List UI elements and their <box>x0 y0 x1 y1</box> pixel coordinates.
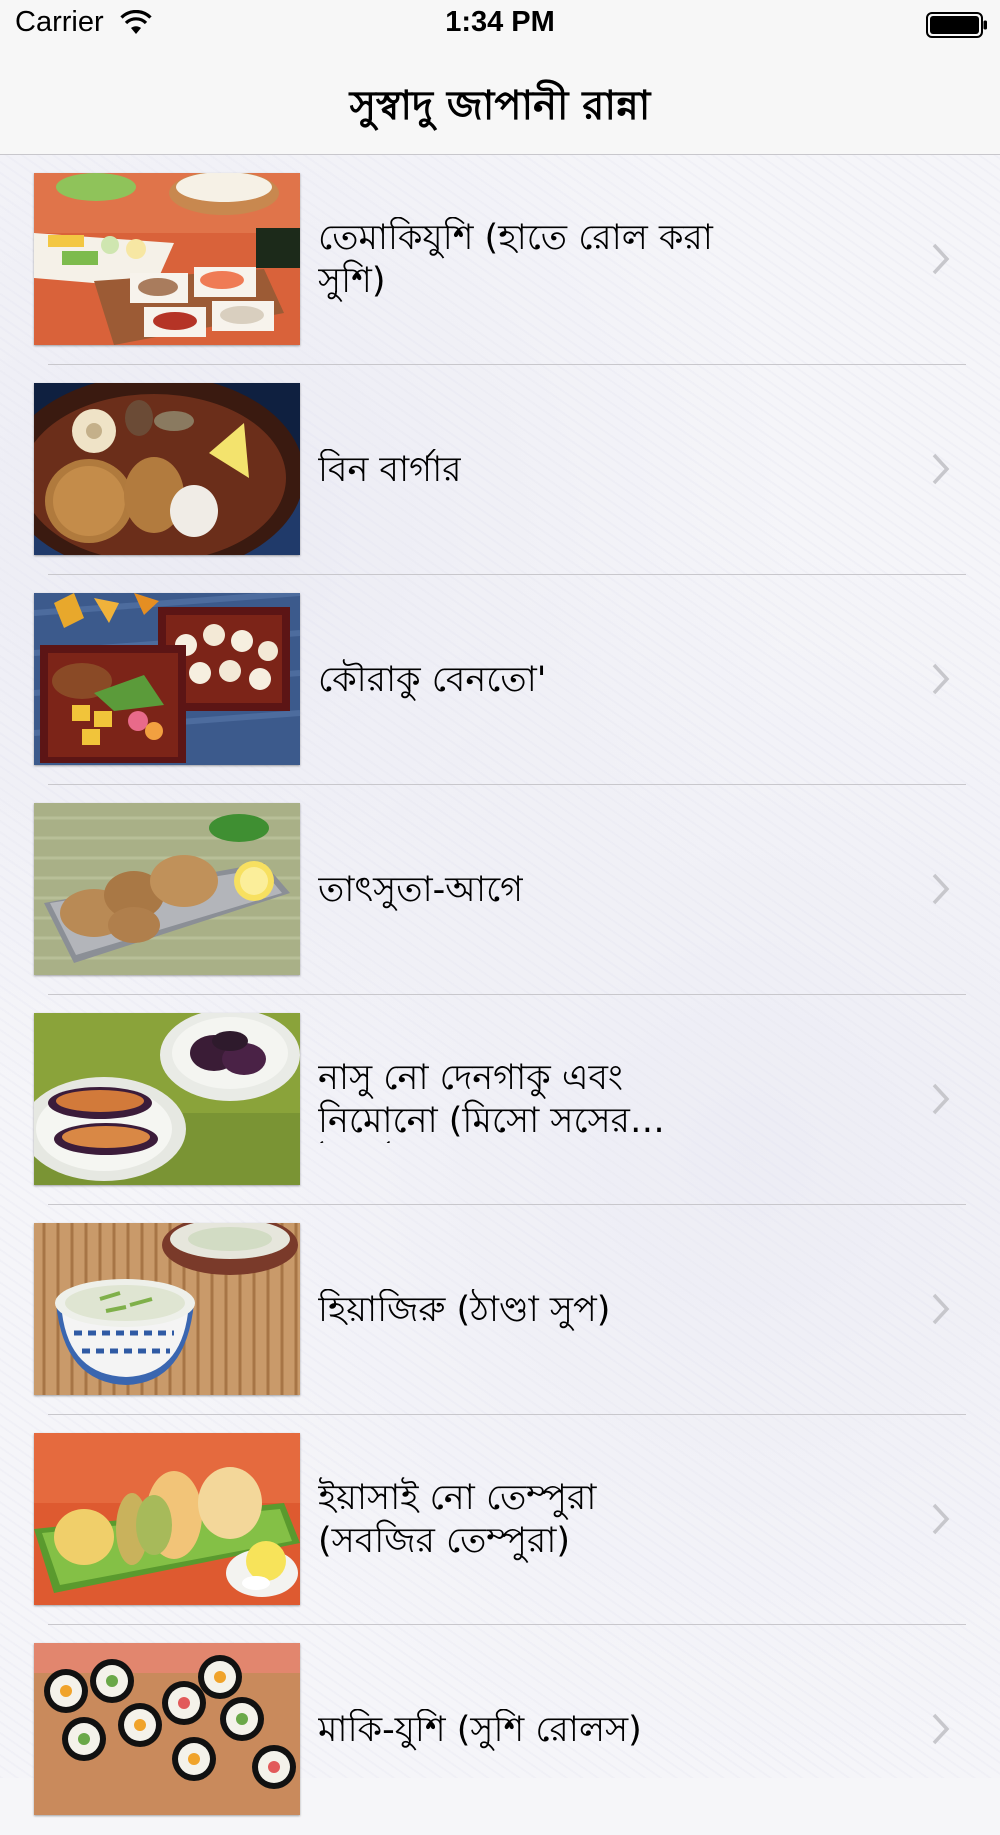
navigation-bar: সুস্বাদু জাপানী রান্না <box>0 50 1000 155</box>
recipe-title: ইয়াসাই নো তেম্পুরা (সবজির তেম্পুরা) <box>318 1478 597 1561</box>
fried-chicken-image <box>34 803 300 975</box>
clock: 1:34 PM <box>445 6 555 38</box>
chevron-right-icon <box>932 1293 950 1325</box>
recipe-title: কৌরাকু বেনতো' <box>318 659 547 700</box>
tempura-image <box>34 1433 300 1605</box>
recipe-title: নাসু নো দেনগাকু এবং নিমোনো (মিসো সসের টম… <box>318 1058 630 1141</box>
recipe-row-bean-burger[interactable]: বিন বার্গার <box>0 365 1000 575</box>
chevron-right-icon <box>932 1083 950 1115</box>
page-title: সুস্বাদু জাপানী রান্না <box>349 83 651 129</box>
recipe-title: মাকি-যুশি (সুশি রোলস) <box>318 1709 642 1750</box>
chevron-right-icon <box>932 453 950 485</box>
chevron-right-icon <box>932 1713 950 1745</box>
temaki-sushi-image <box>34 173 300 345</box>
maki-sushi-image <box>34 1643 300 1815</box>
recipe-row-bento[interactable]: কৌরাকু বেনতো' <box>0 575 1000 785</box>
recipe-list: তেমাকিযুশি (হাতে রোল করা সুশি) বিন বার্গ… <box>0 155 1000 1835</box>
cold-soup-image <box>34 1223 300 1395</box>
recipe-title: বিন বার্গার <box>318 449 462 490</box>
recipe-title: হিয়াজিরু (ঠাণ্ডা সুপ) <box>318 1289 611 1330</box>
status-bar: Carrier 1:34 PM <box>0 0 1000 50</box>
bean-burger-image <box>34 383 300 555</box>
chevron-right-icon <box>932 663 950 695</box>
battery-icon <box>926 12 987 38</box>
chevron-right-icon <box>932 873 950 905</box>
recipe-row-maki-zushi[interactable]: মাকি-যুশি (সুশি রোলস) <box>0 1625 1000 1835</box>
recipe-row-temakizushi[interactable]: তেমাকিযুশি (হাতে রোল করা সুশি) <box>0 155 1000 365</box>
recipe-row-hiyajiru[interactable]: হিয়াজিরু (ঠাণ্ডা সুপ) <box>0 1205 1000 1415</box>
chevron-right-icon <box>932 1503 950 1535</box>
eggplant-image <box>34 1013 300 1185</box>
bento-image <box>34 593 300 765</box>
recipe-title: তেমাকিযুশি (হাতে রোল করা সুশি) <box>318 218 713 301</box>
recipe-row-tatsuta-age[interactable]: তাৎসুতা-আগে <box>0 785 1000 995</box>
recipe-row-yasai-tempura[interactable]: ইয়াসাই নো তেম্পুরা (সবজির তেম্পুরা) <box>0 1415 1000 1625</box>
recipe-row-nasu-dengaku[interactable]: নাসু নো দেনগাকু এবং নিমোনো (মিসো সসের টম… <box>0 995 1000 1205</box>
chevron-right-icon <box>932 243 950 275</box>
recipe-title: তাৎসুতা-আগে <box>318 869 524 910</box>
